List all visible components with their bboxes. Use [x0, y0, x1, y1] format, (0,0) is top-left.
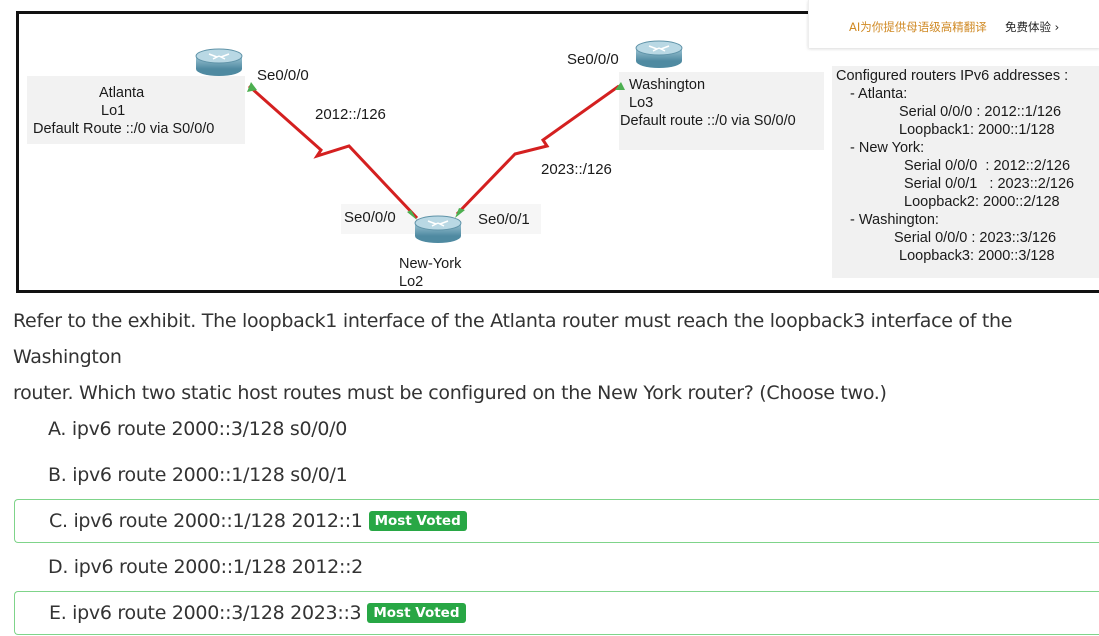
newyork-loopback: Lo2	[399, 274, 424, 290]
option-e-row: E. ipv6 route 2000::3/128 2023::3 Most Vo…	[49, 602, 466, 624]
config-ny-serial1: Serial 0/0/1 : 2023::2/126	[904, 176, 1075, 192]
most-voted-badge: Most Voted	[367, 603, 466, 623]
config-ny-header: - New York:	[850, 140, 925, 156]
option-d[interactable]: D. ipv6 route 2000::1/128 2012::2	[14, 546, 1099, 590]
link-left-network: 2012::/126	[315, 106, 386, 123]
config-atlanta-header: - Atlanta:	[850, 86, 908, 102]
atlanta-loopback: Lo1	[101, 103, 126, 119]
washington-name: Washington	[629, 77, 706, 93]
config-washington-loopback: Loopback3: 2000::3/128	[899, 248, 1055, 264]
translate-try-button[interactable]: 免费体验 ›	[1005, 19, 1059, 35]
config-atlanta-loopback: Loopback1: 2000::1/128	[899, 122, 1055, 138]
config-ny-loopback: Loopback2: 2000::2/128	[904, 194, 1060, 210]
question-line-2: router. Which two static host routes mus…	[13, 382, 887, 404]
config-washington-header: - Washington:	[850, 212, 939, 228]
question-text: Refer to the exhibit. The loopback1 inte…	[13, 303, 1083, 411]
atlanta-router-icon	[195, 48, 243, 76]
washington-loopback: Lo3	[629, 95, 654, 111]
option-b-text: B. ipv6 route 2000::1/128 s0/0/1	[48, 464, 348, 486]
option-c-text: C. ipv6 route 2000::1/128 2012::1	[49, 510, 363, 532]
option-e-text: E. ipv6 route 2000::3/128 2023::3	[49, 602, 362, 624]
washington-default-route: Default route ::/0 via S0/0/0	[620, 113, 796, 129]
newyork-iface-right: Se0/0/1	[478, 211, 530, 228]
option-c[interactable]: C. ipv6 route 2000::1/128 2012::1 Most Vo…	[14, 499, 1099, 543]
question-line-1: Refer to the exhibit. The loopback1 inte…	[13, 310, 1013, 368]
option-c-row: C. ipv6 route 2000::1/128 2012::1 Most Vo…	[49, 510, 467, 532]
atlanta-iface-label: Se0/0/0	[257, 67, 309, 84]
option-e[interactable]: E. ipv6 route 2000::3/128 2023::3 Most Vo…	[14, 591, 1099, 635]
newyork-iface-left: Se0/0/0	[344, 209, 396, 226]
most-voted-badge: Most Voted	[368, 511, 467, 531]
newyork-name: New-York	[399, 256, 462, 272]
washington-iface-label: Se0/0/0	[567, 51, 619, 68]
translate-text: AI为你提供母语级高精翻译	[849, 20, 987, 34]
atlanta-name: Atlanta	[99, 85, 145, 101]
option-a[interactable]: A. ipv6 route 2000::3/128 s0/0/0	[14, 408, 1099, 452]
washington-router-icon	[635, 40, 683, 68]
config-title: Configured routers IPv6 addresses :	[836, 68, 1069, 84]
link-right-network: 2023::/126	[541, 161, 612, 178]
option-d-text: D. ipv6 route 2000::1/128 2012::2	[48, 556, 363, 578]
config-box: Configured routers IPv6 addresses : - At…	[832, 66, 1099, 278]
newyork-router-icon	[414, 215, 462, 243]
option-b[interactable]: B. ipv6 route 2000::1/128 s0/0/1	[14, 454, 1099, 498]
config-washington-serial: Serial 0/0/0 : 2023::3/126	[894, 230, 1057, 246]
translate-popup: AI为你提供母语级高精翻译 免费体验 ›	[808, 0, 1099, 48]
link-washington-newyork	[455, 84, 620, 216]
config-ny-serial0: Serial 0/0/0 : 2012::2/126	[904, 158, 1071, 174]
network-exhibit: Se0/0/0 Atlanta Lo1 Default Route ::/0 v…	[16, 11, 1099, 293]
config-atlanta-serial: Serial 0/0/0 : 2012::1/126	[899, 104, 1062, 120]
option-a-text: A. ipv6 route 2000::3/128 s0/0/0	[48, 418, 348, 440]
atlanta-default-route: Default Route ::/0 via S0/0/0	[33, 121, 215, 137]
